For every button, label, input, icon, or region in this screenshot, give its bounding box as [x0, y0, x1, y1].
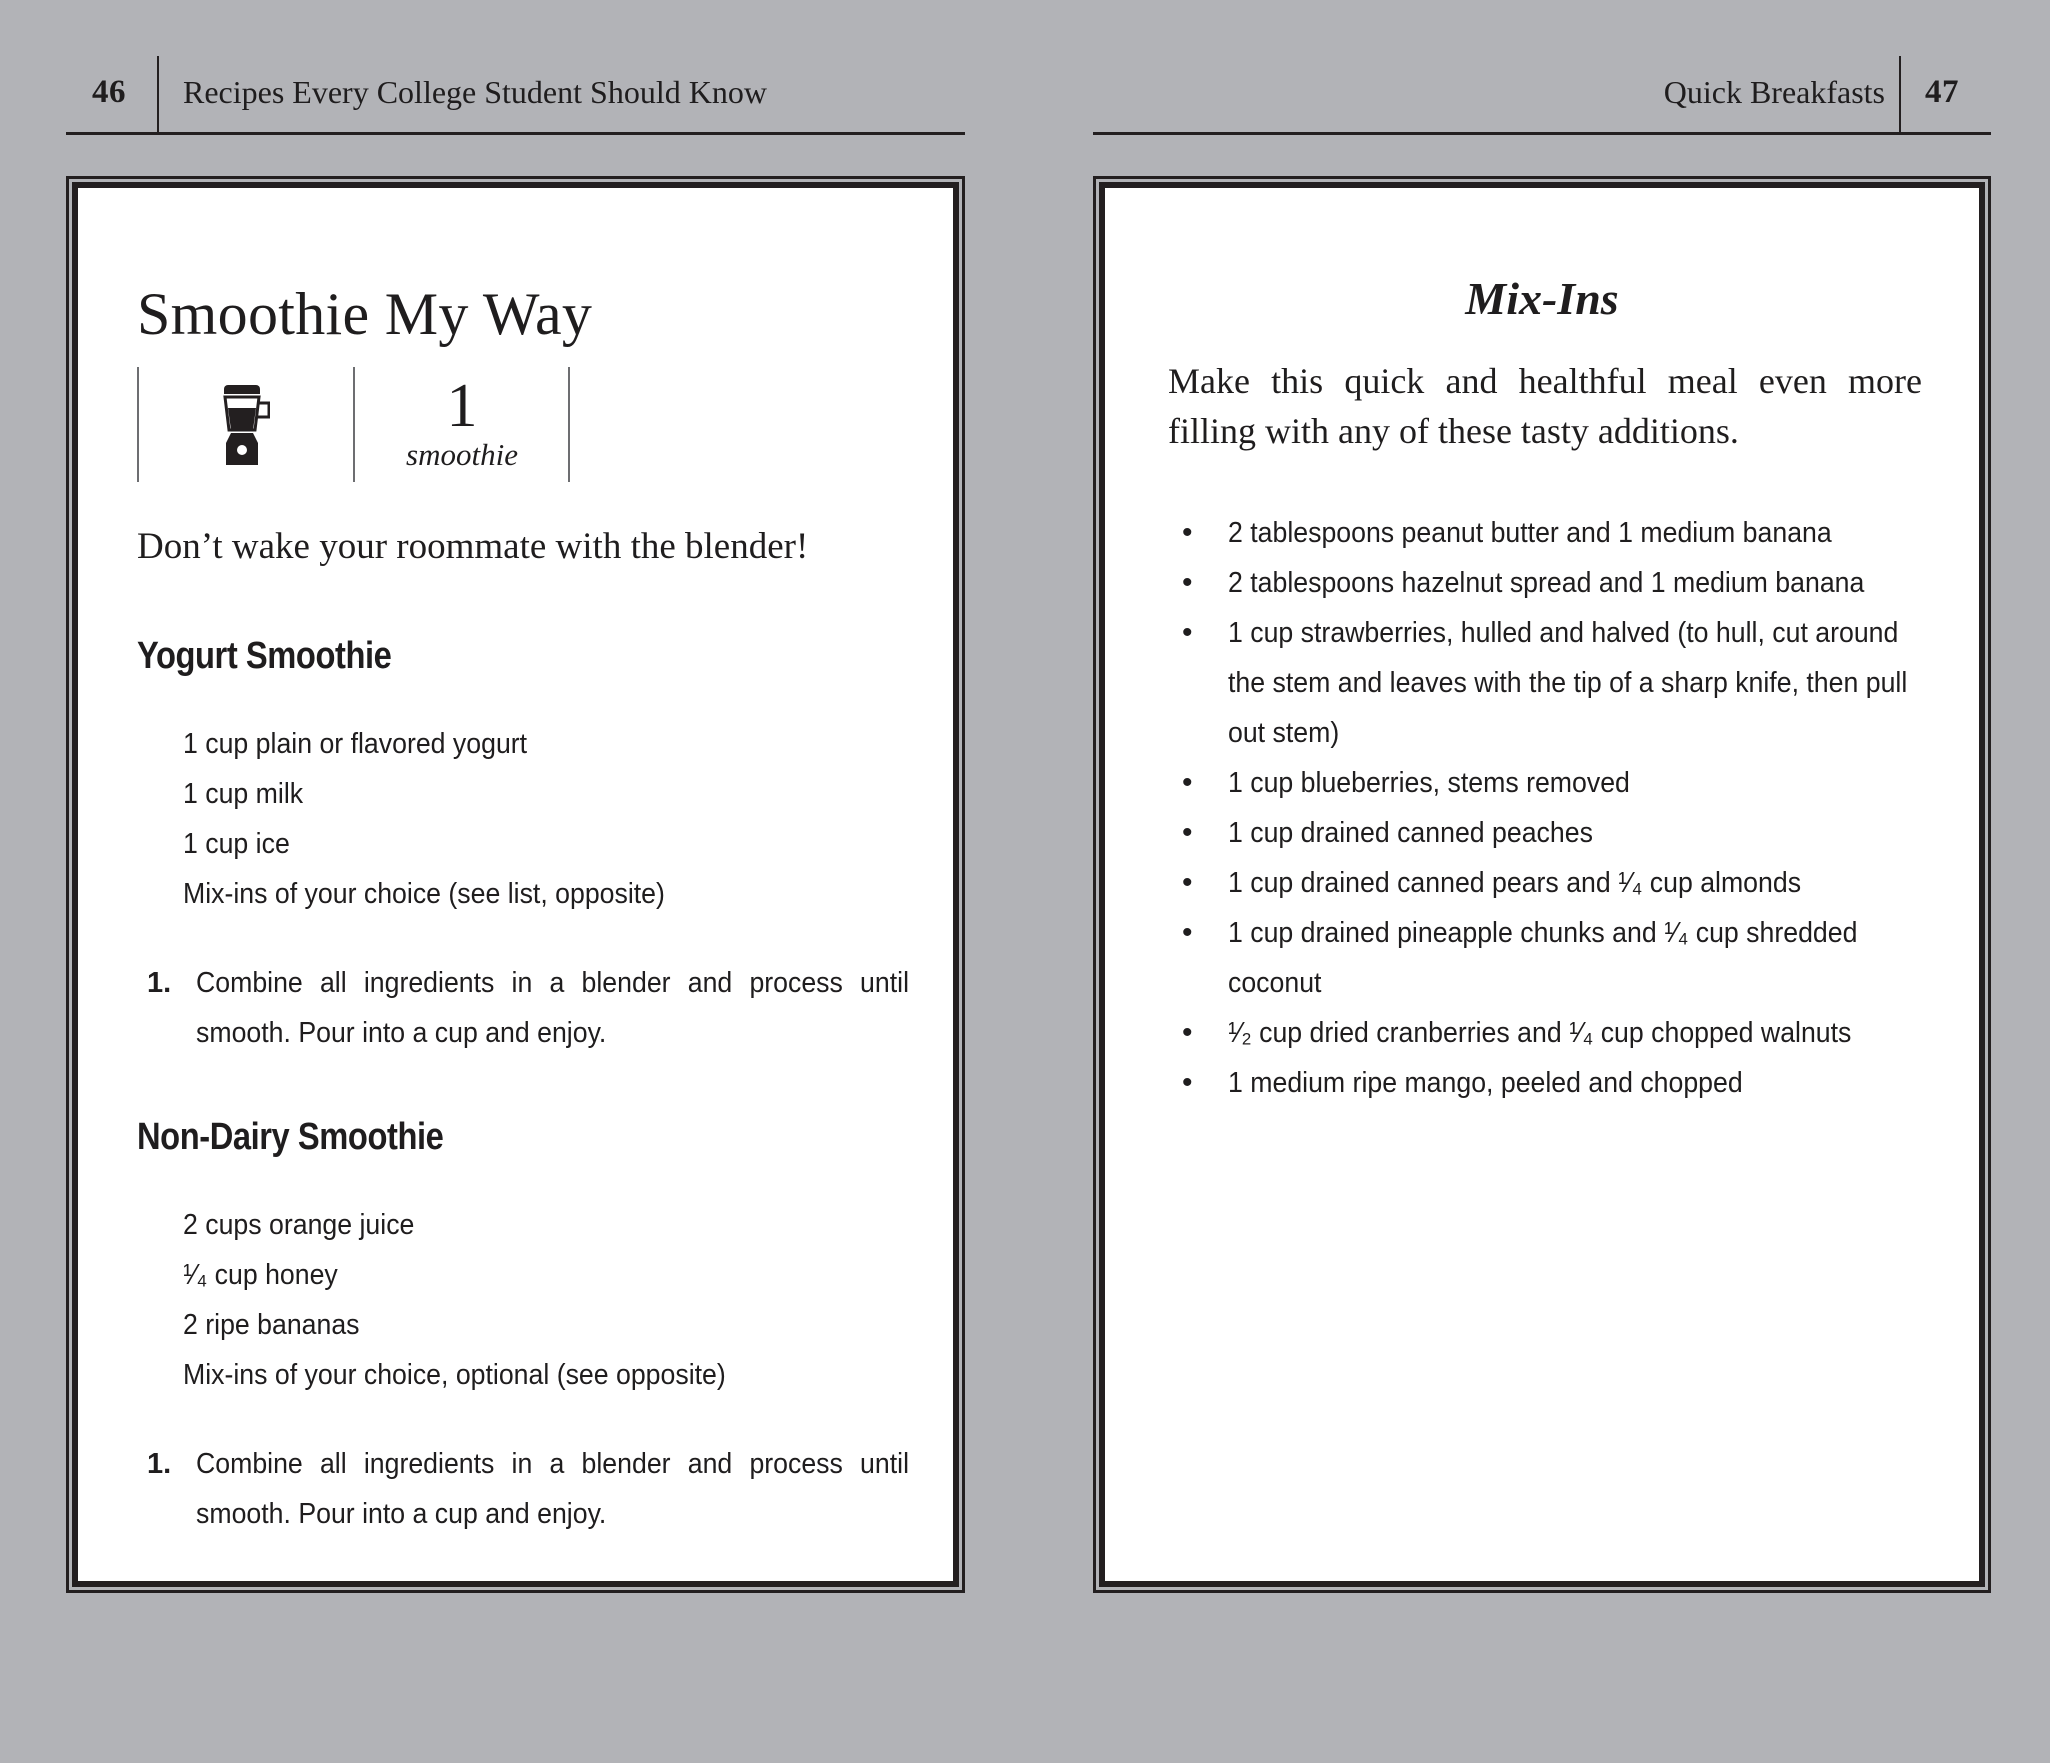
bullet-icon: •: [1182, 616, 1193, 649]
right-running-header: Quick Breakfasts 47: [1093, 56, 1991, 135]
mixin-item: • 1 cup blueberries, stems removed: [1168, 758, 1948, 808]
meta-divider: [568, 367, 570, 482]
mixins-frame: Mix-Ins Make this quick and healthful me…: [1093, 176, 1991, 1593]
left-running-header: 46 Recipes Every College Student Should …: [66, 56, 965, 135]
header-divider: [157, 56, 159, 132]
mixin-item: • 1 medium ripe mango, peeled and chopped: [1168, 1058, 1948, 1108]
variation-heading: Non-Dairy Smoothie: [137, 1116, 444, 1158]
step-number: 1.: [147, 967, 172, 999]
book-title: Recipes Every College Student Should Kno…: [183, 74, 767, 110]
mixin-item: • 1 cup strawberries, hulled and halved (…: [1168, 608, 1948, 758]
mixin-item: • 1 cup drained pineapple chunks and ¹⁄₄ …: [1168, 908, 1948, 1008]
page-number-right: 47: [1925, 74, 1959, 110]
bullet-icon: •: [1182, 1066, 1193, 1099]
mixin-text: 1 cup drained canned peaches: [1228, 817, 1593, 849]
mixin-text: 1 cup drained pineapple chunks and ¹⁄₄ c…: [1228, 917, 1858, 999]
ingredient-item: 2 cups orange juice: [183, 1209, 415, 1241]
step-text: Combine all ingredients in a blender and…: [196, 1448, 909, 1530]
mixin-text: 2 tablespoons hazelnut spread and 1 medi…: [1228, 567, 1865, 599]
mixins-intro: Make this quick and healthful meal even …: [1168, 361, 1922, 451]
ingredient-item: 2 ripe bananas: [183, 1309, 360, 1341]
mixins-panel: Mix-Ins Make this quick and healthful me…: [1099, 182, 1985, 1587]
bullet-icon: •: [1182, 566, 1193, 599]
mixin-item: • 2 tablespoons peanut butter and 1 mediu…: [1168, 508, 1948, 558]
bullet-icon: •: [1182, 916, 1193, 949]
mixin-text: 2 tablespoons peanut butter and 1 medium…: [1228, 517, 1832, 549]
mixin-item: • 1 cup drained canned peaches: [1168, 808, 1948, 858]
page-number-left: 46: [92, 74, 126, 110]
recipe-meta-box: 1 smoothie: [137, 367, 570, 482]
mixin-item: • ¹⁄₂ cup dried cranberries and ¹⁄₄ cup c…: [1168, 1008, 1948, 1058]
recipe-title: Smoothie My Way: [137, 281, 593, 347]
mixins-title: Mix-Ins: [1465, 273, 1619, 324]
bullet-icon: •: [1182, 516, 1193, 549]
recipe-frame: Smoothie My Way 1 smoothie Don’t wake yo…: [66, 176, 965, 1593]
bullet-icon: •: [1182, 816, 1193, 849]
chapter-title: Quick Breakfasts: [1663, 74, 1885, 110]
mixin-item: • 1 cup drained canned pears and ¹⁄₄ cup …: [1168, 858, 1948, 908]
ingredient-item: Mix-ins of your choice (see list, opposi…: [183, 878, 665, 910]
mixin-text: 1 medium ripe mango, peeled and chopped: [1228, 1067, 1743, 1099]
mixins-list: • 2 tablespoons peanut butter and 1 mediu…: [1168, 508, 1948, 1108]
variation-heading: Yogurt Smoothie: [137, 635, 392, 677]
ingredient-item: Mix-ins of your choice, optional (see op…: [183, 1359, 726, 1391]
mixin-text: 1 cup blueberries, stems removed: [1228, 767, 1630, 799]
yield-quantity: 1: [446, 371, 478, 440]
ingredient-item: 1 cup plain or flavored yogurt: [183, 728, 528, 760]
mixin-text: 1 cup strawberries, hulled and halved (t…: [1228, 617, 1908, 749]
yield-unit: smoothie: [406, 436, 518, 472]
recipe-tagline: Don’t wake your roommate with the blende…: [137, 526, 809, 567]
step-text: Combine all ingredients in a blender and…: [196, 967, 909, 1049]
mixin-text: 1 cup drained canned pears and ¹⁄₄ cup a…: [1228, 867, 1802, 899]
bullet-icon: •: [1182, 766, 1193, 799]
recipe-panel: Smoothie My Way 1 smoothie Don’t wake yo…: [72, 182, 959, 1587]
mixin-text: ¹⁄₂ cup dried cranberries and ¹⁄₄ cup ch…: [1228, 1017, 1852, 1049]
header-divider: [1899, 56, 1901, 132]
blender-icon: [223, 384, 270, 465]
ingredient-list: 2 cups orange juice ¹⁄₄ cup honey 2 ripe…: [183, 1200, 773, 1400]
ingredient-list: 1 cup plain or flavored yogurt 1 cup mil…: [183, 719, 707, 919]
bullet-icon: •: [1182, 1016, 1193, 1049]
bullet-icon: •: [1182, 866, 1193, 899]
mixin-item: • 2 tablespoons hazelnut spread and 1 med…: [1168, 558, 1948, 608]
ingredient-item: ¹⁄₄ cup honey: [183, 1259, 338, 1291]
step-number: 1.: [147, 1448, 172, 1480]
yield-cell: 1 smoothie: [355, 367, 569, 482]
ingredient-item: 1 cup milk: [183, 778, 304, 810]
equipment-cell: [139, 367, 353, 482]
ingredient-item: 1 cup ice: [183, 828, 290, 860]
